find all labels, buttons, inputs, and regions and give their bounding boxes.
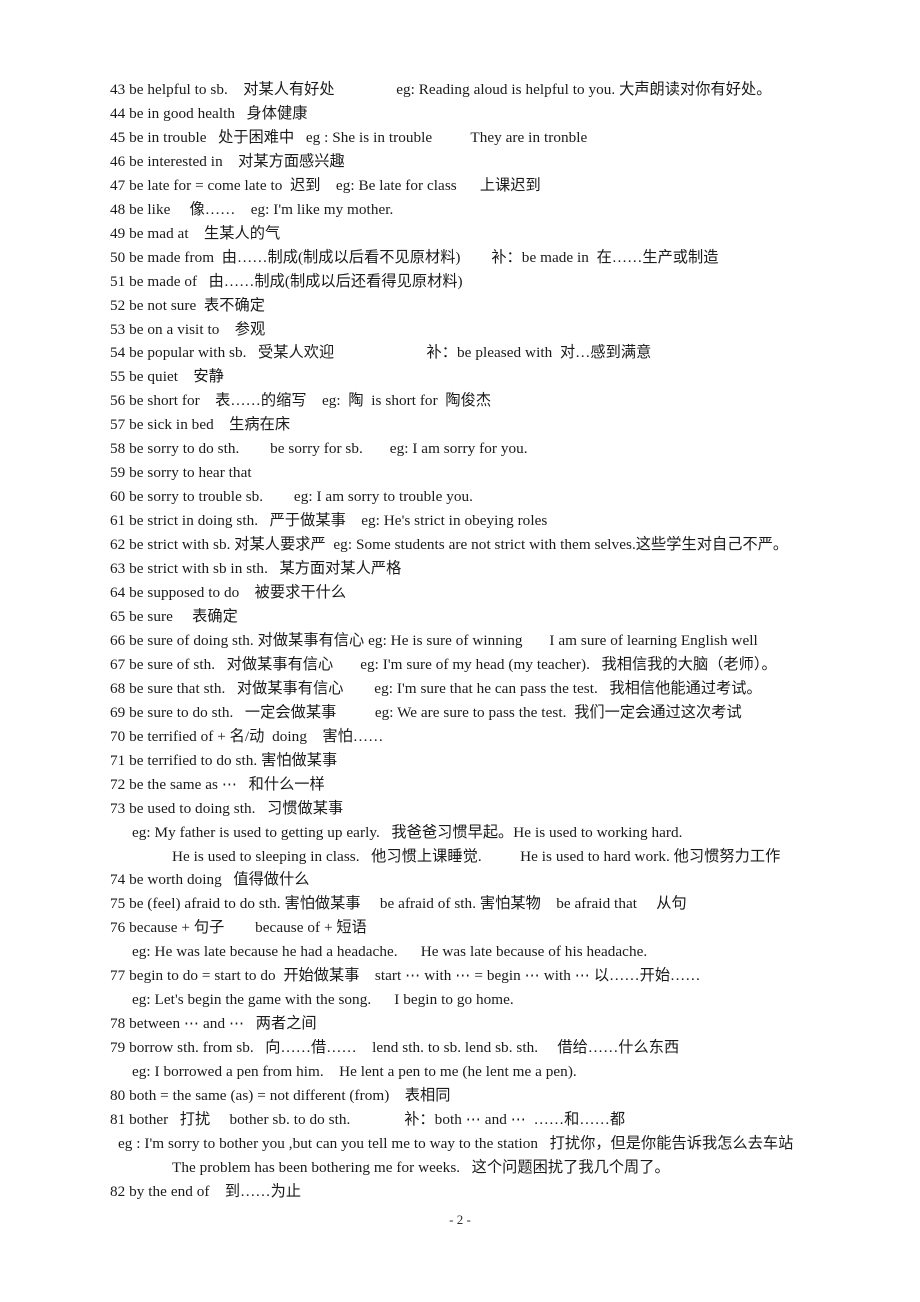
phrase-line: 43 be helpful to sb. 对某人有好处 eg: Reading … [110,81,772,98]
phrase-list: 43 be helpful to sb. 对某人有好处 eg: Reading … [110,78,850,1204]
phrase-line: eg: My father is used to getting up earl… [132,823,683,841]
phrase-line: 52 be not sure 表不确定 [110,296,265,314]
phrase-line: 66 be sure of doing sth. 对做某事有信心 eg: He … [110,631,758,649]
phrase-line: eg: He was late because he had a headach… [132,943,648,961]
phrase-line: eg : I'm sorry to bother you ,but can yo… [118,1134,794,1152]
phrase-line: 47 be late for = come late to 迟到 eg: Be … [110,176,541,194]
phrase-line: 50 be made from 由……制成(制成以后看不见原材料) 补：be m… [110,248,719,266]
phrase-line: 49 be mad at 生某人的气 [110,224,281,242]
phrase-line: 63 be strict with sb in sth. 某方面对某人严格 [110,560,402,578]
phrase-line: 48 be like 像…… eg: I'm like my mother. [110,200,394,218]
phrase-line: 61 be strict in doing sth. 严于做某事 eg: He'… [110,512,548,530]
phrase-line: 57 be sick in bed 生病在床 [110,416,291,434]
phrase-line: 67 be sure of sth. 对做某事有信心 eg: I'm sure … [110,655,777,673]
phrase-line: 80 both = the same (as) = not different … [110,1087,451,1105]
phrase-line: 77 begin to do = start to do 开始做某事 start… [110,967,701,985]
phrase-line: 56 be short for 表……的缩写 eg: 陶 is short fo… [110,392,492,410]
phrase-line: 45 be in trouble 处于困难中 eg : She is in tr… [110,128,588,146]
phrase-line: 71 be terrified to do sth. 害怕做某事 [110,751,338,769]
phrase-line: 46 be interested in 对某方面感兴趣 [110,152,345,170]
phrase-line: The problem has been bothering me for we… [172,1158,670,1176]
phrase-line: 64 be supposed to do 被要求干什么 [110,584,347,602]
phrase-line: eg: I borrowed a pen from him. He lent a… [132,1063,577,1081]
phrase-line: 81 bother 打扰 bother sb. to do sth. 补：bot… [110,1110,626,1128]
phrase-line: 75 be (feel) afraid to do sth. 害怕做某事 be … [110,895,687,913]
document-page: 43 be helpful to sb. 对某人有好处 eg: Reading … [0,0,920,1302]
phrase-line: 79 borrow sth. from sb. 向……借…… lend sth.… [110,1039,680,1057]
phrase-line: 59 be sorry to hear that [110,464,252,482]
phrase-line: He is used to sleeping in class. 他习惯上课睡觉… [172,847,781,865]
phrase-line: 54 be popular with sb. 受某人欢迎 补：be please… [110,344,652,362]
phrase-line: 69 be sure to do sth. 一定会做某事 eg: We are … [110,703,742,721]
phrase-line: 65 be sure 表确定 [110,607,238,625]
page-number: - 2 - [449,1212,471,1227]
phrase-line: 76 because + 句子 because of + 短语 [110,919,367,937]
phrase-line: 72 be the same as ⋯ 和什么一样 [110,775,325,793]
phrase-line: 82 by the end of 到……为止 [110,1182,302,1200]
phrase-line: 58 be sorry to do sth. be sorry for sb. … [110,440,528,458]
phrase-line: 53 be on a visit to 参观 [110,320,266,338]
phrase-line: 62 be strict with sb. 对某人要求严 eg: Some st… [110,536,789,554]
phrase-line: 55 be quiet 安静 [110,368,224,386]
phrase-line: 78 between ⋯ and ⋯ 两者之间 [110,1015,317,1033]
phrase-line: 70 be terrified of + 名/动 doing 害怕…… [110,727,384,745]
phrase-line: 44 be in good health 身体健康 [110,104,308,122]
phrase-line: 73 be used to doing sth. 习惯做某事 [110,799,344,817]
phrase-line: 51 be made of 由……制成(制成以后还看得见原材料) [110,272,463,290]
phrase-line: 68 be sure that sth. 对做某事有信心 eg: I'm sur… [110,679,762,697]
phrase-line: 74 be worth doing 值得做什么 [110,871,310,889]
phrase-line: eg: Let's begin the game with the song. … [132,991,514,1009]
phrase-line: 60 be sorry to trouble sb. eg: I am sorr… [110,488,473,506]
